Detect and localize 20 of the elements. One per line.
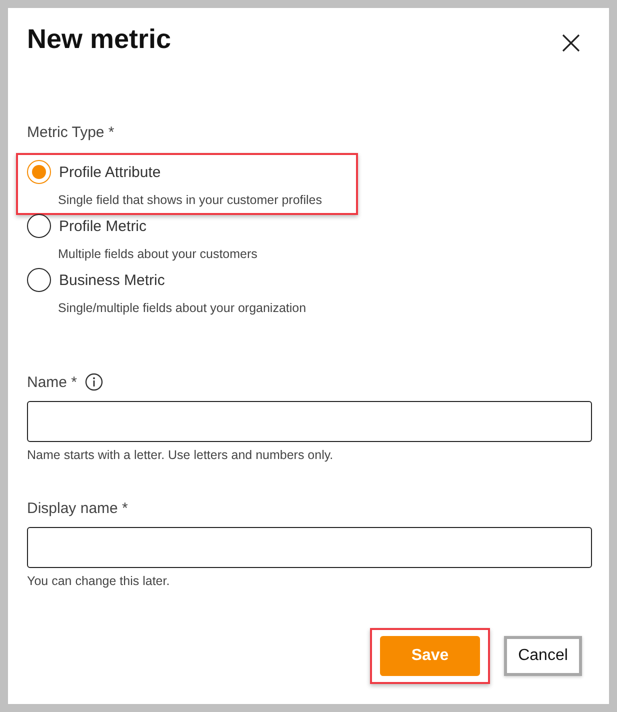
field-hint: Name starts with a letter. Use letters and numbers only. — [27, 448, 334, 462]
text-input-field[interactable] — [27, 401, 592, 442]
option-label[interactable]: Profile Metric — [59, 218, 147, 234]
radio-button[interactable] — [27, 160, 51, 184]
radio-button[interactable] — [27, 268, 51, 292]
field-label: Display name * — [27, 500, 128, 517]
option-label[interactable]: Business Metric — [59, 272, 165, 288]
cancel-button[interactable]: Cancel — [504, 636, 582, 676]
text-input-field[interactable] — [27, 527, 592, 568]
option-label[interactable]: Profile Attribute — [59, 164, 161, 180]
info-icon[interactable] — [85, 373, 104, 391]
close-icon — [562, 34, 580, 52]
radio-button[interactable] — [27, 214, 51, 238]
field-label: Name * — [27, 374, 78, 390]
field-label: Metric Type * — [27, 124, 116, 141]
option-description: Multiple fields about your customers — [58, 247, 258, 261]
option-description: Single/multiple fields about your organization — [58, 301, 308, 315]
field-hint: You can change this later. — [27, 574, 171, 588]
dialog-title: New metric — [27, 26, 172, 52]
option-description: Single field that shows in your customer profiles — [58, 193, 324, 207]
